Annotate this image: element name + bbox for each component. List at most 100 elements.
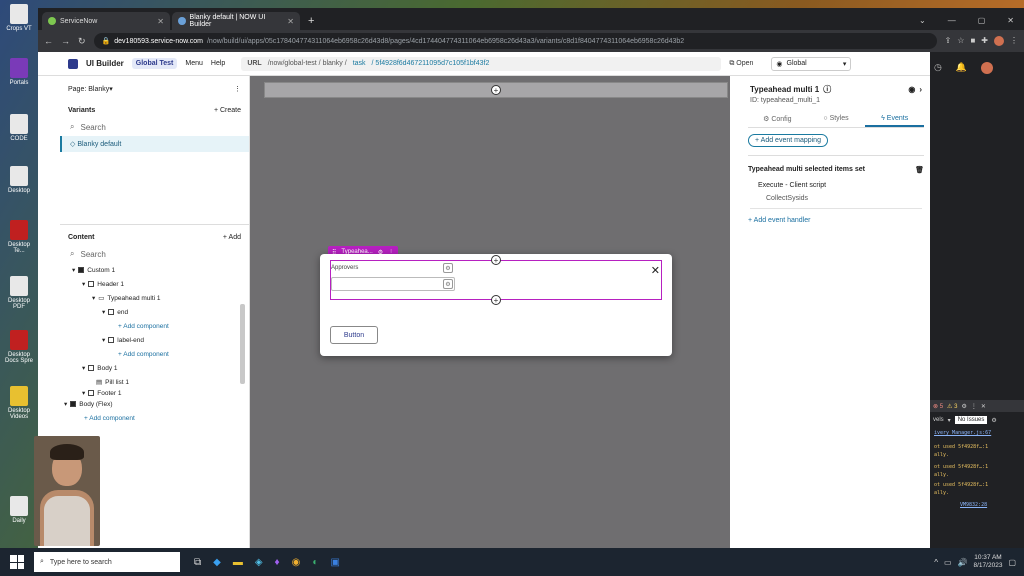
history-icon[interactable]: ◷ (934, 62, 942, 74)
add-component-link[interactable]: + Add component (64, 411, 249, 425)
browser-tab-ui-builder[interactable]: Blanky default | NOW UI Builder ✕ (172, 12, 300, 30)
forward-icon[interactable]: → (61, 36, 70, 46)
trash-icon[interactable]: 🗑 (915, 166, 924, 174)
back-icon[interactable]: ← (44, 36, 53, 46)
event-handler-item[interactable]: Execute - Client script (742, 178, 930, 193)
add-icon[interactable]: + (491, 255, 501, 265)
chevron-down-icon[interactable]: ⌄ (919, 16, 926, 25)
app-icon[interactable]: ▣ (330, 557, 339, 568)
help-button[interactable]: Help (211, 60, 225, 67)
scope-select[interactable]: ◉ Global ▾ (771, 56, 852, 71)
add-event-mapping-button[interactable]: + Add event mapping (748, 134, 828, 147)
add-icon[interactable]: + (491, 295, 501, 305)
close-icon[interactable]: ✕ (1007, 16, 1014, 25)
minimize-icon[interactable]: — (948, 16, 956, 25)
desktop-icon[interactable]: Desktop (2, 166, 36, 194)
eye-icon[interactable]: ◉ (908, 85, 915, 94)
volume-icon[interactable]: 🔊 (958, 558, 968, 567)
approvers-typeahead-input[interactable] (331, 277, 455, 291)
desktop-icon[interactable]: Desktop Te... (2, 220, 36, 254)
scope-badge[interactable]: Global Test (131, 58, 178, 69)
vscode-icon[interactable]: ◆ (213, 557, 221, 568)
error-count[interactable]: ⊗ 5 (933, 403, 943, 410)
tree-item[interactable]: ▾ Custom 1 (72, 263, 249, 277)
tree-item[interactable]: ▾ label-end (72, 333, 249, 347)
console-line[interactable]: ally. (934, 452, 949, 458)
file-explorer-icon[interactable]: ▬ (233, 557, 243, 568)
more-icon[interactable]: ⋮ (971, 403, 977, 410)
info-icon[interactable]: ⓘ (823, 84, 831, 95)
app-icon[interactable]: ♦ (275, 557, 280, 568)
console-line[interactable]: VM9832:28 (960, 502, 987, 508)
tree-item[interactable]: ▾ ▭ Typeahead multi 1 (72, 291, 249, 305)
add-event-handler-link[interactable]: + Add event handler (742, 209, 930, 232)
windows-start-icon[interactable] (10, 555, 24, 569)
open-link[interactable]: ⧉ Open (729, 60, 753, 68)
variants-search-input[interactable]: ⌕ Search (60, 118, 249, 136)
console-line[interactable]: ally. (934, 472, 949, 478)
console-line[interactable]: ally. (934, 490, 949, 496)
taskbar-search-input[interactable]: ⌕ Type here to search (34, 552, 180, 572)
issues-button[interactable]: No Issues (954, 416, 988, 424)
add-content-button[interactable]: + Add (223, 234, 241, 241)
tree-item[interactable]: ▤ Pill list 1 (72, 375, 249, 389)
tree-item[interactable]: ▾ Body 1 (72, 361, 249, 375)
levels-dropdown[interactable]: vels (933, 417, 944, 423)
tree-item[interactable]: ▾ end (72, 305, 249, 319)
console-line[interactable]: ot used 5f4928f…:1 (934, 444, 988, 450)
desktop-icon[interactable]: CODE (2, 114, 36, 142)
network-icon[interactable]: ▭ (944, 558, 952, 567)
reload-icon[interactable]: ↻ (78, 36, 86, 47)
tree-item[interactable]: ▾ Header 1 (72, 277, 249, 291)
puzzle-icon[interactable]: ✚ (981, 36, 988, 46)
share-icon[interactable]: ⇪ (945, 36, 952, 46)
gear-icon[interactable]: ⚙ (961, 403, 966, 410)
menu-dots-icon[interactable]: ⋮ (1010, 36, 1018, 46)
content-search-input[interactable]: ⌕ Search (60, 245, 249, 263)
more-icon[interactable]: ⋮ (234, 85, 241, 93)
desktop-icon[interactable]: Desktop Videos (2, 386, 36, 420)
canvas-header-slot[interactable]: + (264, 82, 728, 98)
browser-tab-servicenow[interactable]: ServiceNow ✕ (42, 12, 170, 30)
tab-config[interactable]: ⚙ Config (748, 112, 807, 127)
page-url-field[interactable]: URL /now/global-test / blanky / task / 5… (241, 56, 722, 71)
chevron-right-icon[interactable]: › (919, 85, 922, 94)
warning-count[interactable]: ⚠ 3 (947, 403, 957, 410)
user-avatar[interactable] (981, 62, 994, 74)
desktop-icon[interactable]: Desktop Docs Spre (2, 330, 36, 364)
url-omnibox[interactable]: 🔒 dev180593.service-now.com/now/build/ui… (93, 33, 937, 49)
tree-item[interactable]: ▾ Footer 1 (72, 389, 249, 398)
add-component-link[interactable]: + Add component (72, 319, 249, 333)
close-icon[interactable]: ✕ (981, 403, 986, 410)
tree-scrollbar[interactable] (240, 304, 245, 384)
console-line[interactable]: ivery_Manager.js:67 (934, 430, 991, 436)
bell-icon[interactable]: 🔔 (956, 62, 967, 74)
desktop-icon[interactable]: Portals (2, 58, 36, 86)
menu-button[interactable]: Menu (185, 60, 203, 67)
close-tab-icon[interactable]: ✕ (157, 17, 164, 26)
typeahead-multi-selection[interactable]: Approvers ⚙ ⚙ + + (330, 255, 662, 305)
desktop-icon[interactable]: Desktop PDF (2, 276, 36, 310)
profile-avatar[interactable] (994, 36, 1004, 46)
desktop-icon[interactable]: Daily (2, 496, 36, 524)
edge-icon[interactable]: ◐ (312, 557, 318, 568)
taskbar-clock[interactable]: 10:37 AM 8/17/2023 (974, 554, 1003, 570)
chevron-up-icon[interactable]: ^ (934, 558, 938, 567)
desktop-icon[interactable]: Crops VT (2, 4, 36, 32)
close-tab-icon[interactable]: ✕ (287, 17, 294, 26)
console-line[interactable]: ot used 5f4928f…:1 (934, 482, 988, 488)
star-icon[interactable]: ☆ (957, 36, 964, 46)
app-icon[interactable]: ◈ (255, 557, 263, 568)
create-variant-button[interactable]: + Create (214, 107, 241, 114)
tree-item[interactable]: ▾ Body (Flex) (64, 397, 249, 411)
extension-icon[interactable]: ■ (970, 36, 975, 46)
console-line[interactable]: ot used 5f4928f…:1 (934, 464, 988, 470)
task-view-icon[interactable]: ⧉ (194, 557, 201, 568)
add-component-link[interactable]: + Add component (72, 347, 249, 361)
gear-icon[interactable]: ⚙ (991, 417, 996, 424)
modal-button[interactable]: Button (330, 326, 378, 344)
chrome-icon[interactable]: ◉ (292, 557, 301, 568)
maximize-icon[interactable]: ▢ (978, 16, 986, 25)
close-icon[interactable]: ✕ (651, 264, 660, 277)
variant-item[interactable]: ◇ Blanky default (60, 136, 249, 152)
